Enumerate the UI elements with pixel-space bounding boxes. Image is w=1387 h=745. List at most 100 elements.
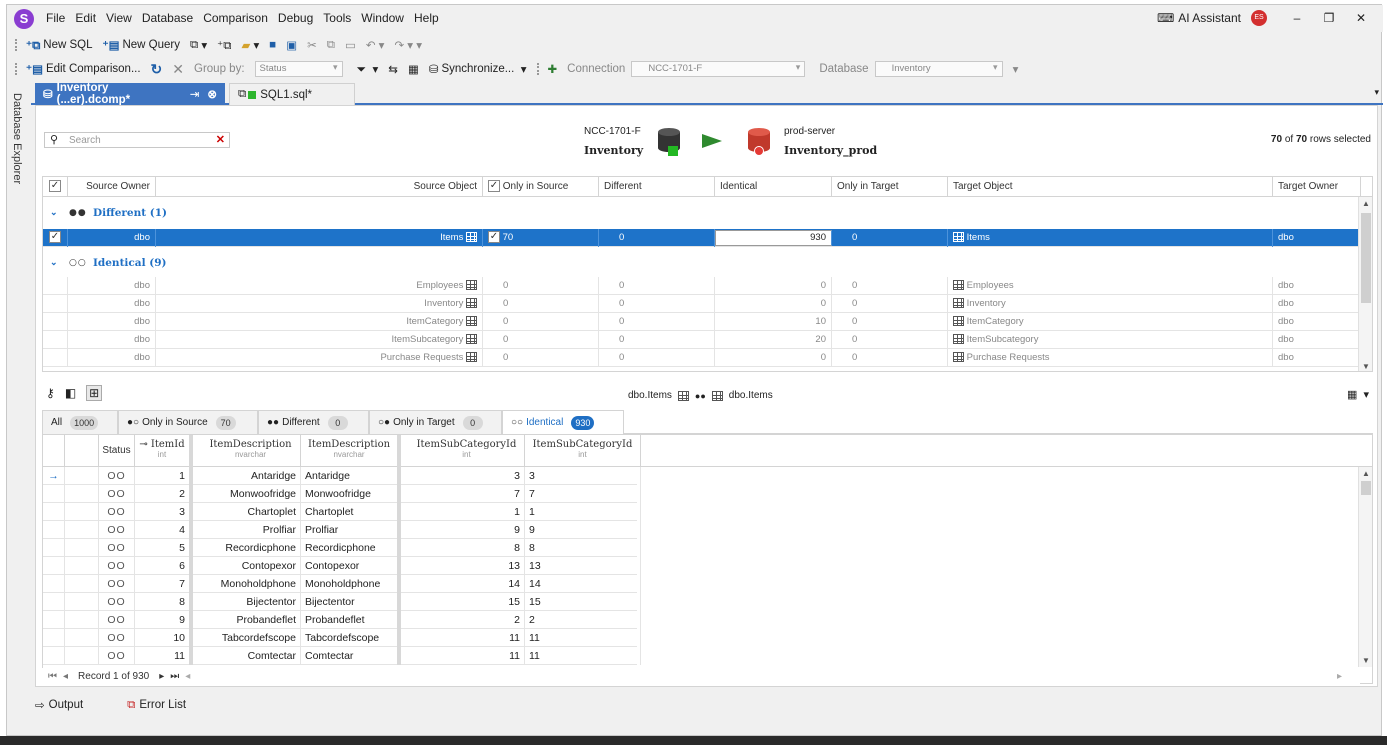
next-record-button[interactable]: ▸ [159,671,164,682]
key-icon[interactable]: ⚷ [46,386,55,400]
row-checkbox[interactable] [43,331,68,349]
save-all-button[interactable]: ▣ [286,38,297,52]
tab-only-in-source[interactable]: ●○ Only in Source 70 [118,410,258,434]
swap-button[interactable]: ⇆ [388,62,398,76]
database-explorer-tab[interactable]: Database Explorer [11,93,23,184]
tree-view-icon[interactable]: ⊞ [86,385,103,401]
menu-window[interactable]: Window [356,11,409,25]
tab-close-icon[interactable]: ⊗ [207,87,217,101]
scroll-thumb[interactable] [1361,481,1371,495]
objects-grid-scrollbar[interactable]: ▲ ▼ [1358,197,1372,371]
menu-help[interactable]: Help [409,11,444,25]
table-row[interactable]: dbo Employees 0 0 0 0 Employees dbo [43,277,1361,295]
row-checkbox[interactable] [43,313,68,331]
tabs-overflow-dropdown[interactable]: ▾ [1374,87,1379,98]
group-different[interactable]: ⌄ ●● Different (1) [43,201,1361,225]
row-source-checkbox[interactable]: ✓ [488,231,500,244]
table-row[interactable]: OO 5 Recordicphone Recordicphone 8 8 [43,539,641,557]
col-identical[interactable]: Identical [715,177,832,197]
cut-button[interactable]: ✂ [307,38,317,52]
search-input[interactable]: ⚲ Search ✕ [44,132,230,148]
table-row[interactable]: OO 9 Probandeflet Probandeflet 2 2 [43,611,641,629]
row-checkbox[interactable] [43,277,68,295]
ai-assistant-button[interactable]: AI Assistant [1178,11,1241,25]
table-row[interactable]: OO 3 Chartoplet Chartoplet 1 1 [43,503,641,521]
table-row[interactable]: → OO 1 Antaridge Antaridge 3 3 [43,467,641,485]
menu-tools[interactable]: Tools [318,11,356,25]
table-row[interactable]: OO 2 Monwoofridge Monwoofridge 7 7 [43,485,641,503]
undo-button[interactable]: ↶ ▾ [366,38,385,52]
col-target-object[interactable]: Target Object [948,177,1273,197]
close-button[interactable]: ✕ [1345,11,1377,25]
new-item-button[interactable]: ⁺⧉ [217,38,231,53]
tab-comparison[interactable]: ⛁ Inventory (...er).dcomp* ⇥ ⊗ [35,82,225,106]
tab-all[interactable]: All 1000 [42,410,118,434]
col-item-id[interactable]: ⊸ ItemId int [135,435,193,467]
menu-database[interactable]: Database [137,11,198,25]
clear-search-icon[interactable]: ✕ [216,133,225,146]
prev-record-button[interactable]: ◂ [63,671,68,682]
last-record-button[interactable]: ⏭ [170,671,179,682]
user-avatar[interactable]: ES [1251,10,1267,26]
group-by-select[interactable]: Status [254,61,343,77]
first-record-button[interactable]: ⏮ [48,671,57,682]
new-sql-button[interactable]: ⁺⧉ New SQL [26,38,93,53]
table-row[interactable]: OO 7 Monoholdphone Monoholdphone 14 14 [43,575,641,593]
split-view-icon[interactable]: ◧ [65,386,76,400]
table-row[interactable]: OO 4 Prolfiar Prolfiar 9 9 [43,521,641,539]
col-source-owner[interactable]: Source Owner [68,177,156,197]
new-document-dropdown[interactable]: ⧉ ▾ [190,38,207,53]
menu-file[interactable]: File [41,11,70,25]
table-row[interactable]: OO 8 Bijectentor Bijectentor 15 15 [43,593,641,611]
table-row[interactable]: OO 10 Tabcordefscope Tabcordefscope 11 11 [43,629,641,647]
records-grid-scrollbar[interactable]: ▲ ▼ [1358,467,1372,667]
col-target-owner[interactable]: Target Owner [1273,177,1361,197]
col-sub-target[interactable]: ItemSubCategoryId int [525,435,641,467]
table-row-selected[interactable]: ✓ dbo Items ✓ 70 0 930 0 Items dbo [43,229,1361,247]
col-source-object[interactable]: Source Object [156,177,483,197]
save-button[interactable]: ■ [269,39,276,51]
report-button[interactable]: ▦ [408,62,419,76]
paste-button[interactable]: ▭ [345,38,356,52]
table-row[interactable]: dbo Inventory 0 0 0 0 Inventory dbo [43,295,1361,313]
cell-only-in-source[interactable]: ✓ 70 [483,229,599,247]
hscroll-left-icon[interactable]: ◂ [185,671,190,682]
database-select[interactable]: Inventory [874,61,1003,77]
refresh-button[interactable]: ↻ [151,61,163,78]
col-desc-target[interactable]: ItemDescription nvarchar [301,435,401,467]
only-in-source-checkbox[interactable]: ✓ [488,180,500,193]
copy-button[interactable]: ⧉ [327,39,335,52]
hscroll-right-icon[interactable]: ▸ [1337,671,1342,682]
toolbar-options-dropdown[interactable]: ▾ [1013,62,1019,76]
scroll-down-icon[interactable]: ▼ [1359,362,1372,371]
table-row[interactable]: OO 11 Comtectar Comtectar 11 11 [43,647,641,665]
col-only-in-target[interactable]: Only in Target [832,177,948,197]
new-query-button[interactable]: ⁺▤ New Query [103,38,180,52]
col-only-in-source[interactable]: ✓ Only in Source [483,177,599,197]
col-sub-source[interactable]: ItemSubCategoryId int [409,435,525,467]
menu-comparison[interactable]: Comparison [198,11,273,25]
scroll-up-icon[interactable]: ▲ [1359,469,1372,478]
menu-view[interactable]: View [101,11,137,25]
connection-select[interactable]: NCC-1701-F [631,61,806,77]
col-different[interactable]: Different [599,177,715,197]
details-layout-dropdown[interactable]: ▦ ▾ [1347,388,1369,401]
col-status[interactable]: Status [99,435,135,467]
output-tab[interactable]: ⇨ Output [35,698,105,712]
tab-different[interactable]: ●● Different 0 [258,410,369,434]
chevron-down-icon[interactable]: ⌄ [50,201,58,225]
menu-debug[interactable]: Debug [273,11,318,25]
restore-button[interactable]: ❐ [1313,11,1345,25]
table-row[interactable]: dbo ItemSubcategory 0 0 20 0 ItemSubcategory… [43,331,1361,349]
scroll-thumb[interactable] [1361,213,1371,303]
minimize-button[interactable]: – [1281,11,1313,25]
select-all-checkbox[interactable]: ✓ [43,177,68,197]
synchronize-button[interactable]: ⛁ Synchronize... ▾ [429,62,527,76]
filter-dropdown[interactable]: ⏷ ▾ [357,62,379,77]
error-list-tab[interactable]: ⧉ Error List [127,699,208,712]
redo-button[interactable]: ↷ ▾ ▾ [394,38,422,52]
menu-edit[interactable]: Edit [70,11,101,25]
table-row[interactable]: dbo ItemCategory 0 0 10 0 ItemCategory dbo [43,313,1361,331]
row-checkbox[interactable] [43,295,68,313]
row-checkbox[interactable]: ✓ [43,229,68,247]
